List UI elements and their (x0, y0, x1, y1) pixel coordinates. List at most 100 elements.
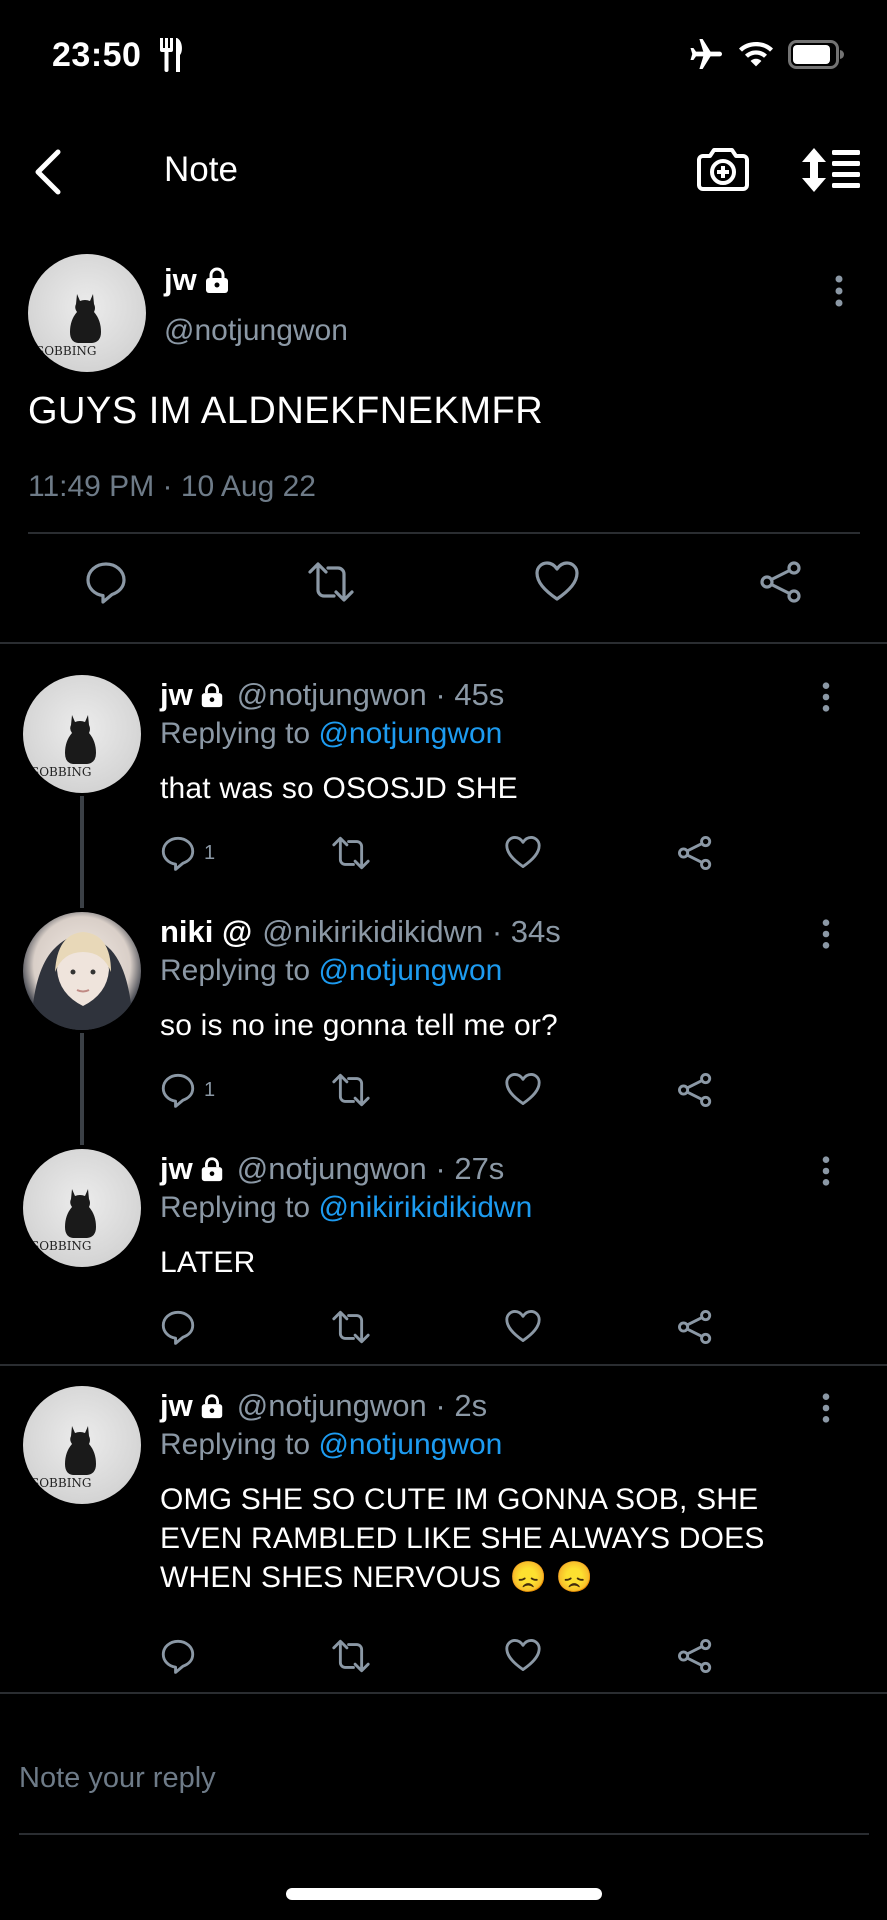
tweet-actions: 1 (160, 1072, 760, 1116)
tweet-actions: 1 (160, 835, 760, 879)
lock-icon (201, 1157, 222, 1182)
composer-underline (19, 1833, 869, 1835)
heart-icon[interactable] (504, 1309, 542, 1343)
renote-icon[interactable] (330, 1072, 372, 1108)
lock-icon (205, 267, 228, 293)
divider (28, 532, 860, 534)
reply-button[interactable]: 1 (160, 1072, 215, 1108)
reply-button[interactable] (160, 1309, 196, 1345)
reply-icon (161, 836, 195, 871)
reply-input-placeholder[interactable]: Note your reply (19, 1762, 216, 1795)
reply-composer[interactable]: Note your reply (0, 1724, 887, 1834)
tweet-text-line: WHEN SHES NERVOUS 😞 😞 (160, 1561, 594, 1594)
replying-to-link[interactable]: @notjungwon (318, 954, 502, 987)
avatar[interactable]: SOBBING (23, 1149, 141, 1267)
replying-prefix: Replying to (160, 717, 319, 750)
replying-to-link[interactable]: @notjungwon (318, 717, 502, 750)
share-icon[interactable] (676, 1638, 714, 1674)
fork-knife-icon (158, 38, 184, 77)
heart-icon[interactable] (504, 1072, 542, 1106)
section-divider (0, 1692, 887, 1694)
tweet-actions (160, 1309, 760, 1353)
battery-icon (788, 40, 846, 75)
reply-count: 1 (204, 841, 216, 864)
share-icon[interactable] (676, 1309, 714, 1345)
share-icon[interactable] (676, 1072, 714, 1108)
author-handle[interactable]: @notjungwon (164, 314, 348, 348)
cat-silhouette-icon (65, 1189, 96, 1238)
renote-icon[interactable] (306, 560, 356, 609)
more-options-icon[interactable] (821, 1155, 831, 1192)
author-name[interactable]: jw (160, 677, 193, 713)
author-name-row[interactable]: jw (164, 262, 231, 298)
tweet-text: GUYS IM ALDNEKFNEKMFR (28, 390, 544, 432)
replying-to-link[interactable]: @nikirikidikidwn (318, 1191, 532, 1224)
tweet-timestamp: 11:49 PM · 10 Aug 22 (28, 470, 316, 503)
cat-silhouette-icon (70, 294, 101, 343)
avatar[interactable]: SOBBING (23, 1386, 141, 1504)
heart-icon[interactable] (504, 1638, 542, 1672)
renote-icon[interactable] (330, 1638, 372, 1674)
more-options-icon[interactable] (821, 1392, 831, 1429)
more-options-icon[interactable] (821, 681, 831, 718)
author-name[interactable]: jw (160, 1388, 193, 1424)
camera-add-icon[interactable] (696, 146, 750, 197)
avatar-caption: SOBBING (31, 1239, 92, 1253)
avatar[interactable] (23, 912, 141, 1030)
airplane-icon (688, 38, 724, 75)
cat-silhouette-icon (65, 1426, 96, 1475)
back-chevron-icon[interactable] (30, 148, 66, 201)
reply-button[interactable] (160, 1638, 196, 1674)
reply-header: jw @notjungwon · 2s (160, 1388, 487, 1424)
author-handle-time: @nikirikidikidwn · 34s (262, 914, 561, 949)
page-title: Note (164, 150, 238, 189)
reply-icon (161, 1639, 195, 1674)
renote-icon[interactable] (330, 1309, 372, 1345)
author-handle-time: @notjungwon · 27s (236, 1151, 505, 1186)
more-options-icon[interactable] (821, 918, 831, 955)
tweet-text: OMG SHE SO CUTE IM GONNA SOB, SHE EVEN R… (160, 1480, 820, 1597)
lock-icon (201, 683, 222, 708)
replying-to-link[interactable]: @notjungwon (318, 1428, 502, 1461)
avatar[interactable]: SOBBING (23, 675, 141, 793)
author-name[interactable]: niki @ (160, 914, 252, 950)
nav-bar: Note (0, 130, 887, 210)
reply-button[interactable]: 1 (160, 835, 215, 871)
replying-to: Replying to @nikirikidikidwn (160, 1191, 532, 1225)
avatar-caption: SOBBING (31, 1476, 92, 1490)
replying-prefix: Replying to (160, 1428, 319, 1461)
author-handle-time: @notjungwon · 2s (236, 1388, 488, 1423)
tweet-text: that was so OSOSJD SHE (160, 772, 518, 805)
replying-to: Replying to @notjungwon (160, 954, 502, 988)
reply-count: 1 (204, 1078, 216, 1101)
avatar[interactable]: SOBBING (28, 254, 146, 372)
cat-silhouette-icon (65, 715, 96, 764)
reply-icon[interactable] (84, 560, 128, 609)
tweet-actions (160, 1638, 760, 1682)
more-options-icon[interactable] (834, 274, 844, 313)
lock-icon (201, 1394, 222, 1419)
home-indicator[interactable] (286, 1888, 602, 1900)
reply-icon (161, 1073, 195, 1108)
replying-to: Replying to @notjungwon (160, 717, 502, 751)
thread-connector (80, 796, 84, 908)
heart-icon[interactable] (534, 560, 580, 607)
section-divider (0, 642, 887, 644)
wifi-icon (738, 38, 774, 73)
status-time: 23:50 (52, 36, 142, 74)
author-handle-time: @notjungwon · 45s (236, 677, 505, 712)
tweet-text-line: OMG SHE SO CUTE IM GONNA SOB, SHE (160, 1483, 759, 1516)
tweet-text-line: EVEN RAMBLED LIKE SHE ALWAYS DOES (160, 1522, 765, 1555)
heart-icon[interactable] (504, 835, 542, 869)
tweet-text: LATER (160, 1246, 256, 1279)
thread-connector (80, 1033, 84, 1145)
section-divider (0, 1364, 887, 1366)
share-icon[interactable] (676, 835, 714, 871)
renote-icon[interactable] (330, 835, 372, 871)
replying-prefix: Replying to (160, 954, 319, 987)
replying-to: Replying to @notjungwon (160, 1428, 502, 1462)
author-name[interactable]: jw (160, 1151, 193, 1187)
share-icon[interactable] (758, 560, 804, 609)
sort-icon[interactable] (800, 146, 862, 199)
avatar-caption: SOBBING (36, 344, 97, 358)
